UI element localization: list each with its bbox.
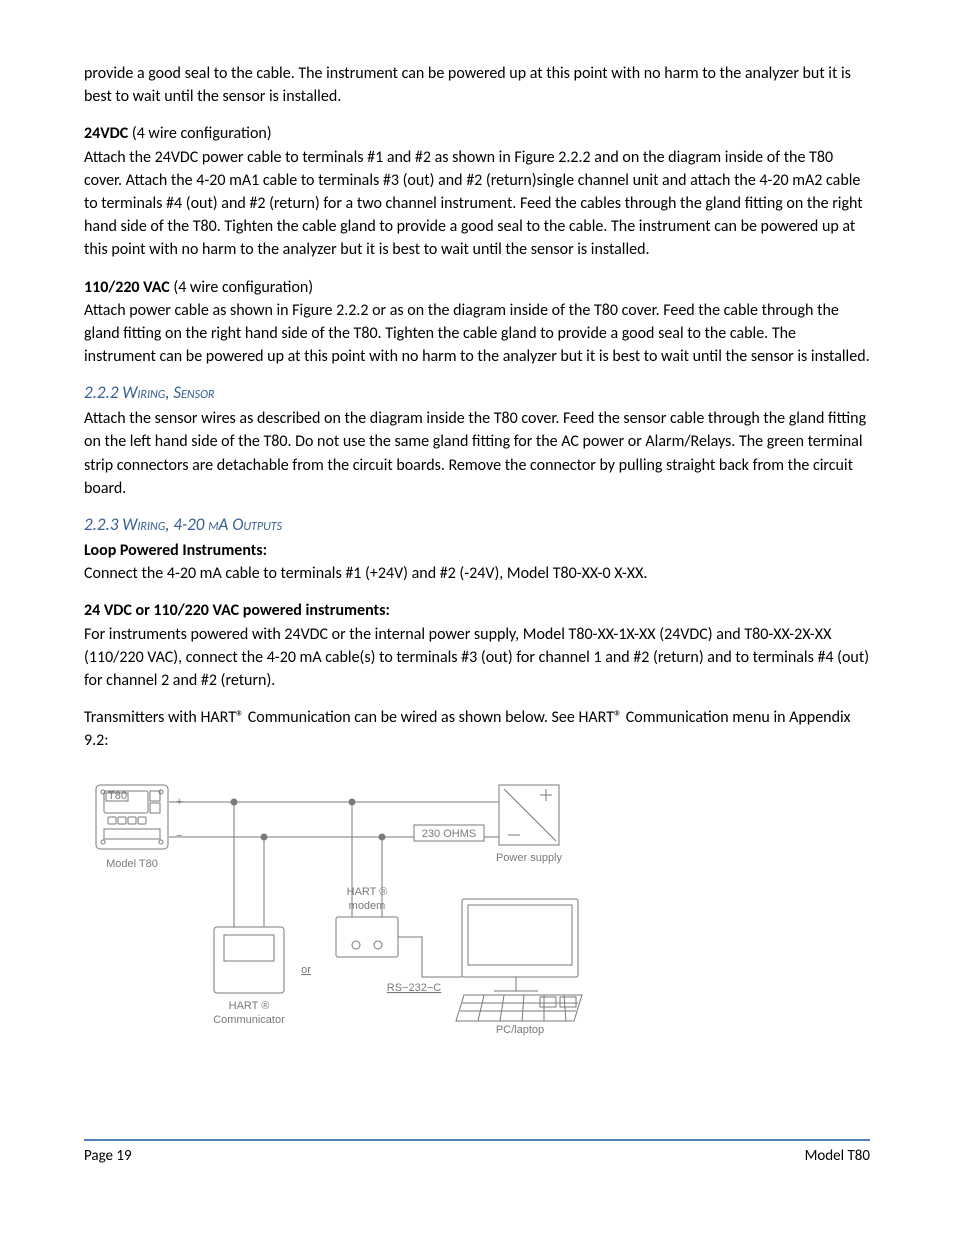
paragraph-110-head: 110/220 VAC (4 wire configuration) bbox=[84, 276, 870, 299]
paragraph-222: Attach the sensor wires as described on … bbox=[84, 407, 870, 500]
ac-body: For instruments powered with 24VDC or th… bbox=[84, 623, 870, 693]
footer-page: Page 19 bbox=[84, 1147, 132, 1165]
diagram-minus-left: − bbox=[176, 830, 182, 842]
label-24vdc-suffix: (4 wire configuration) bbox=[128, 124, 271, 143]
diagram-hart-comm-2: Communicator bbox=[213, 1014, 285, 1026]
paragraph-intro: provide a good seal to the cable. The in… bbox=[84, 62, 870, 108]
paragraph-24vdc-head: 24VDC (4 wire configuration) bbox=[84, 122, 870, 145]
diagram-t80-badge: T80 bbox=[108, 790, 127, 802]
label-110: 110/220 VAC bbox=[84, 278, 170, 297]
footer-model: Model T80 bbox=[805, 1147, 870, 1165]
diagram-or: or bbox=[301, 964, 311, 976]
label-24vdc: 24VDC bbox=[84, 124, 128, 143]
diagram-power-supply: Power supply bbox=[496, 852, 563, 864]
page-content: provide a good seal to the cable. The in… bbox=[0, 0, 954, 1037]
label-110-suffix: (4 wire configuration) bbox=[170, 278, 313, 297]
diagram-model-t80: Model T80 bbox=[106, 858, 158, 870]
footer-rule bbox=[84, 1139, 870, 1141]
diagram-pc: PC/laptop bbox=[496, 1024, 544, 1036]
diagram-hart-modem-2: modem bbox=[349, 900, 386, 912]
diagram-hart-comm-1: HART ® bbox=[229, 1000, 270, 1012]
loop-body: Connect the 4-20 mA cable to terminals #… bbox=[84, 562, 870, 585]
heading-223: 2.2.3 Wiring, 4-20 mA Outputs bbox=[84, 514, 870, 535]
diagram-230-ohms: 230 OHMS bbox=[422, 828, 476, 840]
diagram-rs232: RS−232−C bbox=[387, 982, 441, 994]
diagram-hart-modem-1: HART ® bbox=[347, 886, 388, 898]
loop-label: Loop Powered Instruments: bbox=[84, 539, 870, 562]
diagram-plus-left: + bbox=[176, 796, 182, 808]
paragraph-24vdc-body: Attach the 24VDC power cable to terminal… bbox=[84, 146, 870, 262]
ac-label: 24 VDC or 110/220 VAC powered instrument… bbox=[84, 599, 870, 622]
page-footer: Page 19 Model T80 bbox=[84, 1139, 870, 1165]
hart-paragraph: Transmitters with HART® Communication ca… bbox=[84, 706, 870, 752]
wiring-diagram: T80 + − Model T80 230 OHMS Power supply … bbox=[84, 777, 604, 1037]
paragraph-110-body: Attach power cable as shown in Figure 2.… bbox=[84, 299, 870, 369]
heading-222: 2.2.2 Wiring, Sensor bbox=[84, 382, 870, 403]
